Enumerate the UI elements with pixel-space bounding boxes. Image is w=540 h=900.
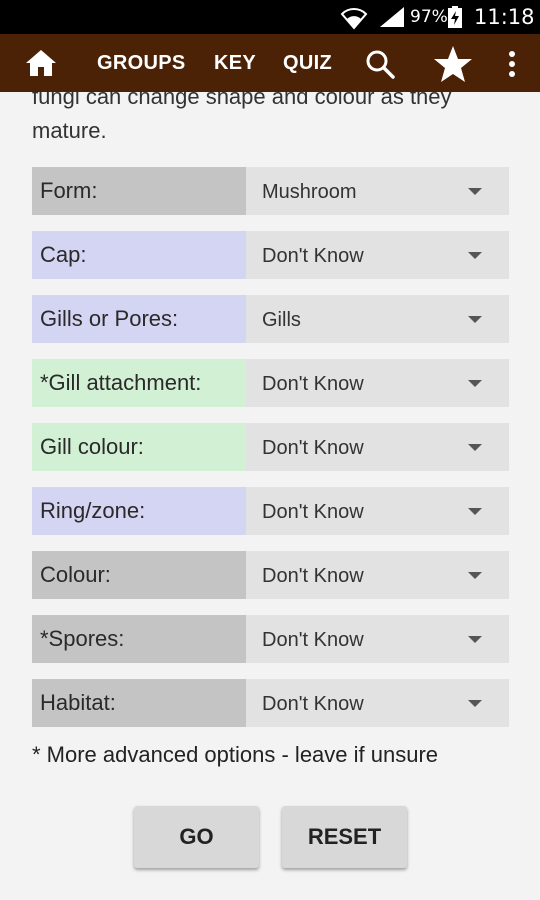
field-row-form: Form: Mushroom xyxy=(32,167,509,215)
colour-dropdown[interactable]: Don't Know xyxy=(246,551,509,599)
habitat-dropdown[interactable]: Don't Know xyxy=(246,679,509,727)
intro-clip: fungi can change shape and colour as the… xyxy=(0,92,540,152)
dropdown-arrow-icon xyxy=(468,508,482,515)
go-button[interactable]: GO xyxy=(134,806,259,868)
nav-quiz[interactable]: QUIZ xyxy=(283,52,332,75)
dropdown-arrow-icon xyxy=(468,444,482,451)
search-icon[interactable] xyxy=(364,48,396,80)
dropdown-value: Don't Know xyxy=(262,437,364,459)
gill-colour-dropdown[interactable]: Don't Know xyxy=(246,423,509,471)
field-row-colour: Colour: Don't Know xyxy=(32,551,509,599)
dropdown-arrow-icon xyxy=(468,188,482,195)
battery-charging-icon xyxy=(448,6,462,28)
app-toolbar: GROUPS KEY QUIZ xyxy=(0,34,540,92)
dropdown-arrow-icon xyxy=(468,316,482,323)
home-icon[interactable] xyxy=(24,47,58,79)
field-row-gill-colour: Gill colour: Don't Know xyxy=(32,423,509,471)
field-label: Form: xyxy=(32,167,246,215)
ring-zone-dropdown[interactable]: Don't Know xyxy=(246,487,509,535)
dropdown-value: Don't Know xyxy=(262,565,364,587)
intro-text: fungi can change shape and colour as the… xyxy=(32,92,452,143)
status-bar: 97% 11:18 xyxy=(0,0,540,34)
star-icon[interactable] xyxy=(433,44,473,84)
dropdown-value: Mushroom xyxy=(262,181,357,203)
field-row-spores: *Spores: Don't Know xyxy=(32,615,509,663)
dropdown-value: Don't Know xyxy=(262,629,364,651)
field-row-ring-zone: Ring/zone: Don't Know xyxy=(32,487,509,535)
gills-or-pores-dropdown[interactable]: Gills xyxy=(246,295,509,343)
field-label: Colour: xyxy=(32,551,246,599)
signal-icon xyxy=(380,7,404,27)
clock: 11:18 xyxy=(474,5,535,29)
dropdown-arrow-icon xyxy=(468,636,482,643)
field-row-habitat: Habitat: Don't Know xyxy=(32,679,509,727)
dropdown-arrow-icon xyxy=(468,380,482,387)
field-row-gill-attachment: *Gill attachment: Don't Know xyxy=(32,359,509,407)
dropdown-value: Don't Know xyxy=(262,245,364,267)
dropdown-arrow-icon xyxy=(468,252,482,259)
dropdown-value: Don't Know xyxy=(262,693,364,715)
field-label: Ring/zone: xyxy=(32,487,246,535)
field-label: Habitat: xyxy=(32,679,246,727)
field-row-gills-or-pores: Gills or Pores: Gills xyxy=(32,295,509,343)
field-label: Gill colour: xyxy=(32,423,246,471)
cap-dropdown[interactable]: Don't Know xyxy=(246,231,509,279)
dropdown-value: Gills xyxy=(262,309,301,331)
spores-dropdown[interactable]: Don't Know xyxy=(246,615,509,663)
form-dropdown[interactable]: Mushroom xyxy=(246,167,509,215)
more-options-icon[interactable] xyxy=(502,48,522,80)
battery-percent: 97% xyxy=(410,7,448,27)
footnote: * More advanced options - leave if unsur… xyxy=(32,742,439,767)
field-row-cap: Cap: Don't Know xyxy=(32,231,509,279)
field-label: *Spores: xyxy=(32,615,246,663)
field-label: Cap: xyxy=(32,231,246,279)
dropdown-value: Don't Know xyxy=(262,501,364,523)
nav-key[interactable]: KEY xyxy=(214,52,256,75)
nav-groups[interactable]: GROUPS xyxy=(97,52,185,75)
wifi-icon xyxy=(340,8,368,30)
field-label: Gills or Pores: xyxy=(32,295,246,343)
gill-attachment-dropdown[interactable]: Don't Know xyxy=(246,359,509,407)
dropdown-arrow-icon xyxy=(468,572,482,579)
reset-button[interactable]: RESET xyxy=(282,806,407,868)
dropdown-value: Don't Know xyxy=(262,373,364,395)
field-label: *Gill attachment: xyxy=(32,359,246,407)
dropdown-arrow-icon xyxy=(468,700,482,707)
